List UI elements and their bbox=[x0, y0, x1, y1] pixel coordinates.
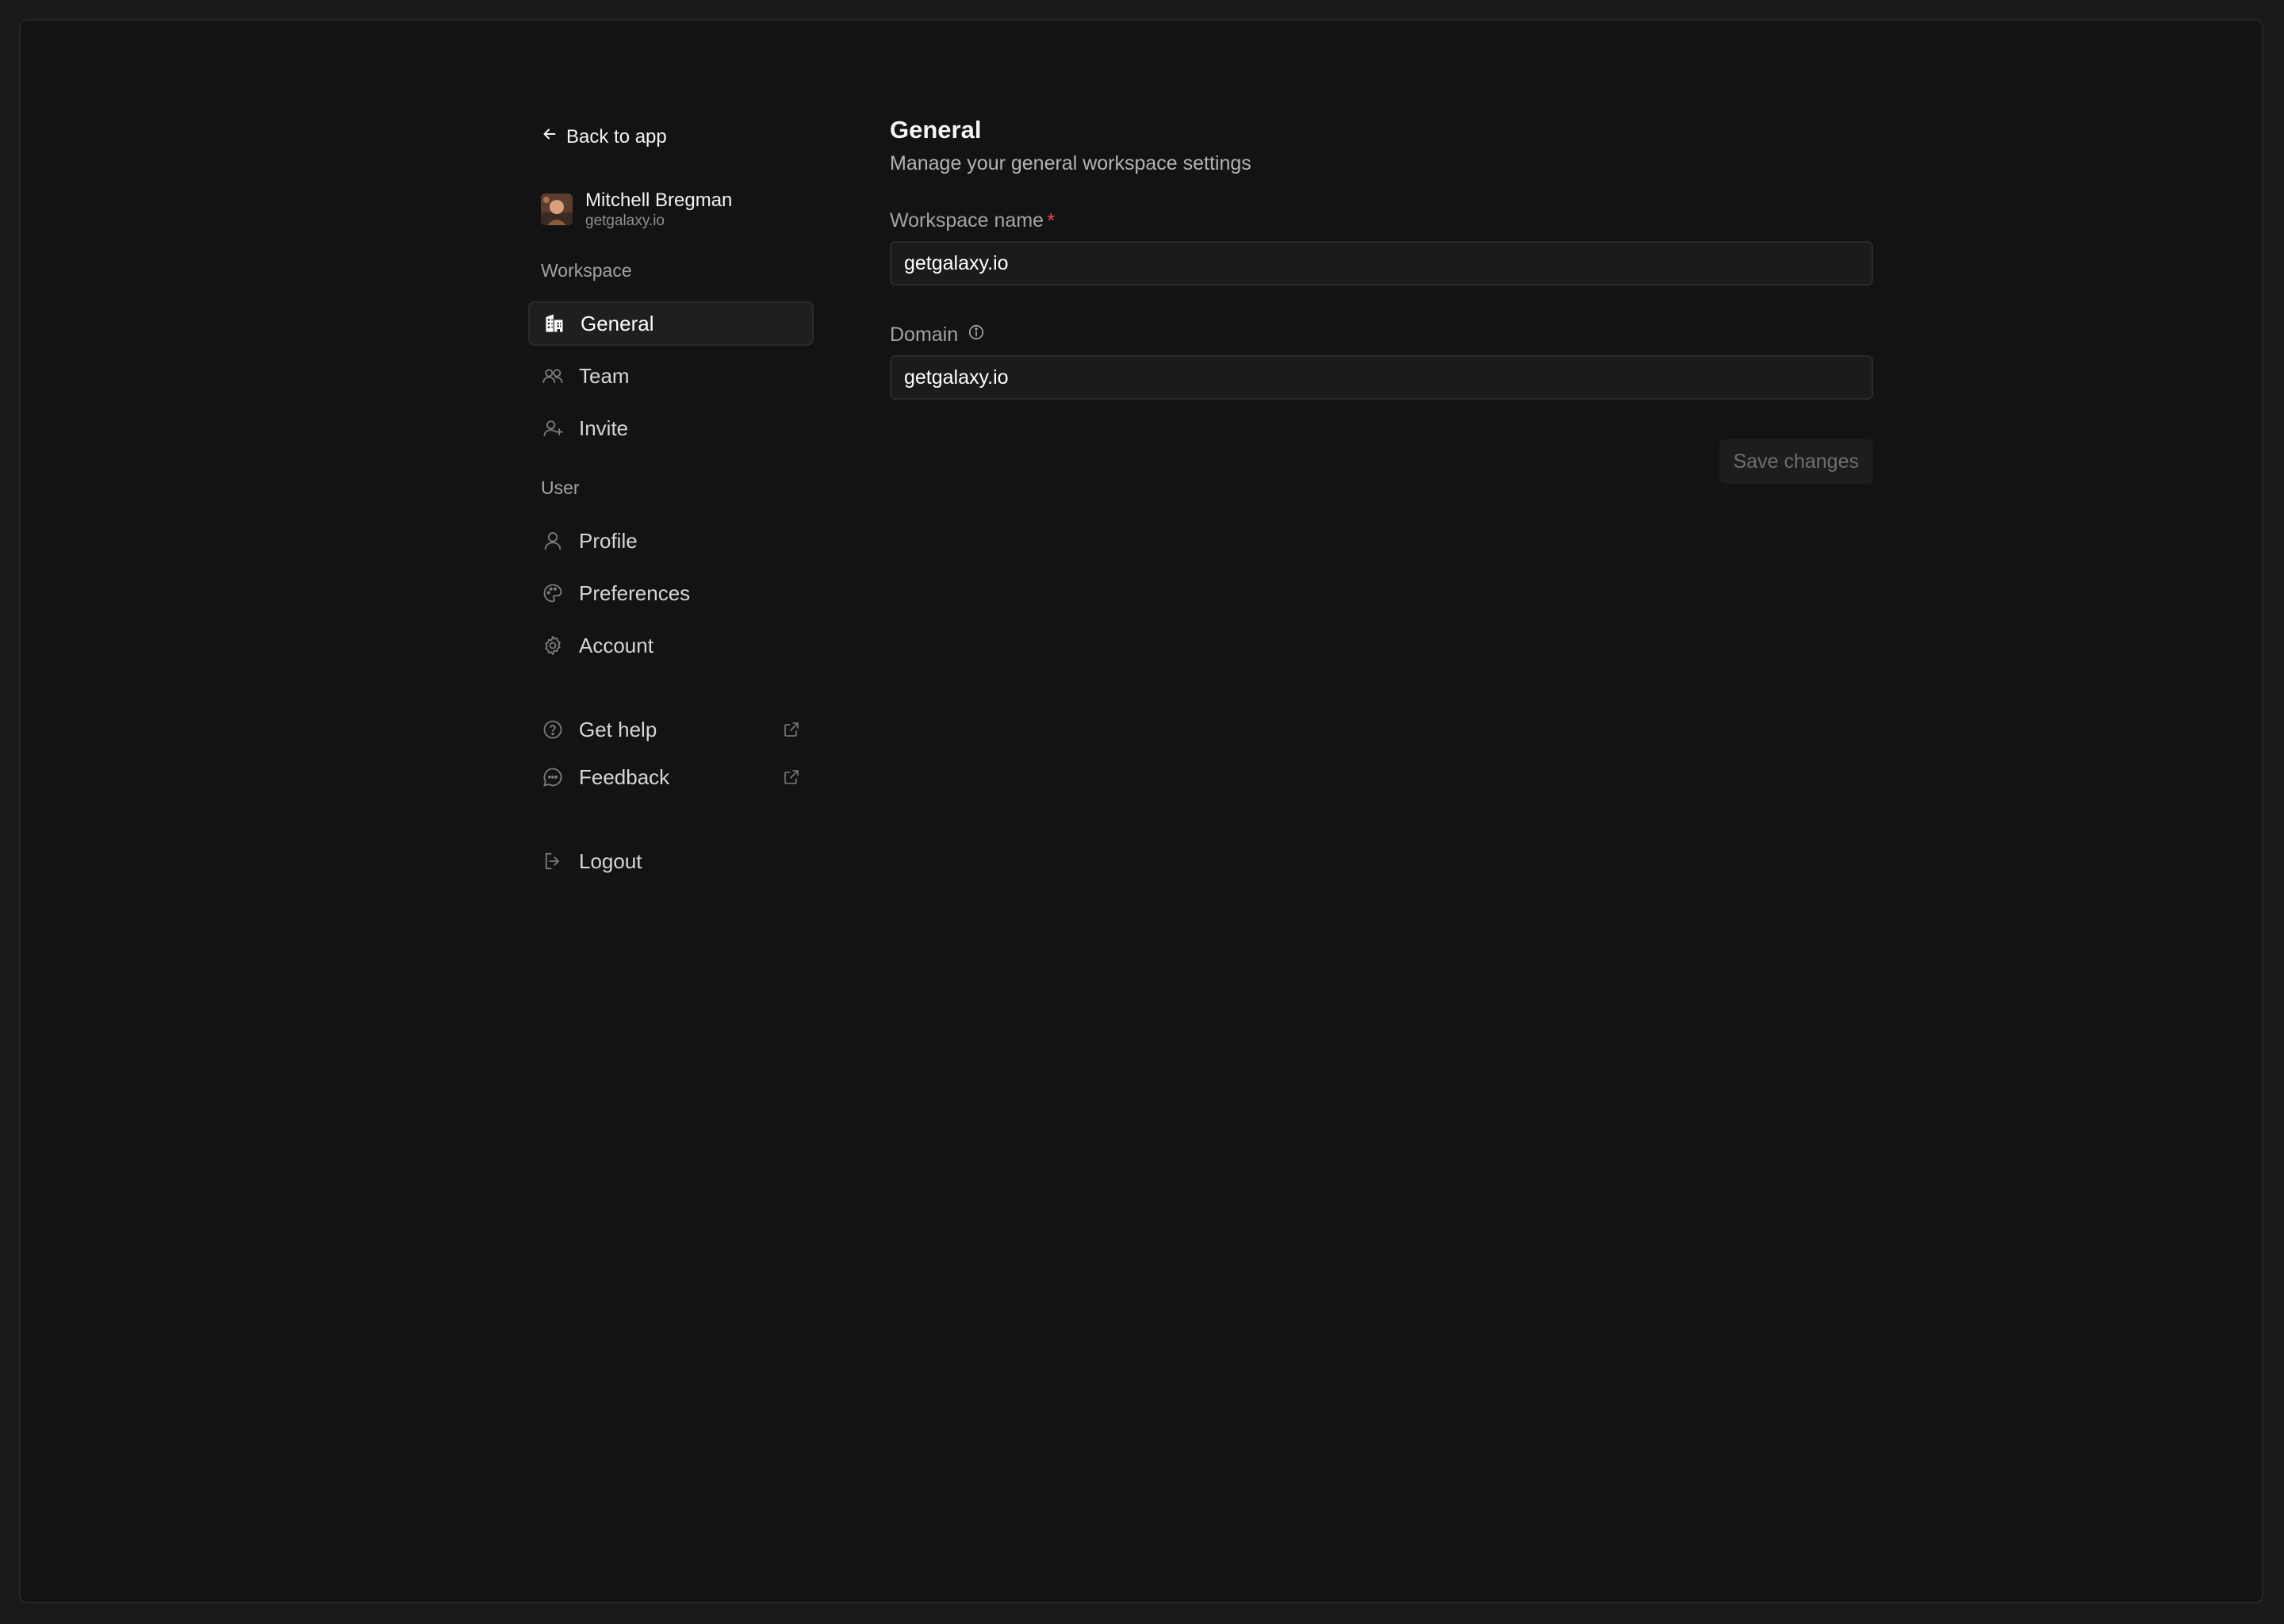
user-plus-icon bbox=[541, 416, 565, 440]
external-link-icon bbox=[782, 768, 801, 787]
logout-icon bbox=[541, 849, 565, 873]
workspace-name-input[interactable] bbox=[890, 241, 1873, 285]
workspace-name-field-group: Workspace name * bbox=[890, 208, 1873, 285]
sidebar-item-general[interactable]: General bbox=[528, 301, 814, 346]
sidebar-item-label: Preferences bbox=[579, 580, 691, 605]
save-changes-button[interactable]: Save changes bbox=[1719, 439, 1873, 484]
arrow-left-icon bbox=[541, 125, 558, 148]
user-domain: getgalaxy.io bbox=[585, 213, 665, 229]
sidebar-item-label: Logout bbox=[579, 848, 642, 873]
sidebar-item-label: Feedback bbox=[579, 764, 670, 789]
app-window: Back to app Mitchell Bregman getgalaxy.i… bbox=[19, 19, 2263, 1603]
user-icon bbox=[541, 529, 565, 553]
help-circle-icon bbox=[541, 718, 565, 741]
user-card: Mitchell Bregman getgalaxy.io bbox=[541, 189, 732, 230]
sidebar-item-label: Team bbox=[579, 363, 630, 388]
required-mark: * bbox=[1047, 209, 1056, 232]
page-title: General bbox=[890, 116, 982, 144]
workspace-section-label: Workspace bbox=[541, 260, 632, 281]
user-section-label: User bbox=[541, 477, 580, 498]
palette-icon bbox=[541, 581, 565, 605]
info-icon[interactable] bbox=[968, 322, 985, 347]
sidebar-item-label: General bbox=[581, 311, 654, 335]
domain-field-group: Domain bbox=[890, 322, 1873, 400]
sidebar-item-label: Invite bbox=[579, 416, 629, 440]
settings-main: General Manage your general workspace se… bbox=[890, 114, 1873, 484]
sidebar-item-profile[interactable]: Profile bbox=[528, 519, 814, 563]
domain-input[interactable] bbox=[890, 355, 1873, 400]
users-icon bbox=[541, 364, 565, 388]
user-name: Mitchell Bregman bbox=[585, 190, 733, 211]
chat-bubble-icon bbox=[541, 765, 565, 789]
sidebar-item-label: Get help bbox=[579, 717, 657, 741]
sidebar-item-feedback[interactable]: Feedback bbox=[528, 755, 814, 799]
sidebar-item-logout[interactable]: Logout bbox=[528, 839, 814, 883]
building-icon bbox=[542, 312, 566, 335]
domain-label-text: Domain bbox=[890, 324, 959, 346]
sidebar-item-invite[interactable]: Invite bbox=[528, 406, 814, 450]
sidebar-item-get-help[interactable]: Get help bbox=[528, 707, 814, 752]
sidebar-item-team[interactable]: Team bbox=[528, 354, 814, 398]
sidebar-item-preferences[interactable]: Preferences bbox=[528, 571, 814, 615]
domain-label: Domain bbox=[890, 322, 1873, 347]
workspace-name-label: Workspace name * bbox=[890, 208, 1873, 233]
gear-icon bbox=[541, 634, 565, 657]
sidebar-item-label: Profile bbox=[579, 528, 638, 553]
back-to-app-label: Back to app bbox=[566, 125, 667, 147]
user-info: Mitchell Bregman getgalaxy.io bbox=[585, 189, 732, 230]
sidebar-item-label: Account bbox=[579, 633, 653, 657]
avatar bbox=[541, 193, 573, 225]
workspace-name-label-text: Workspace name bbox=[890, 209, 1044, 232]
page-subtitle: Manage your general workspace settings bbox=[890, 152, 1251, 174]
sidebar-item-account[interactable]: Account bbox=[528, 623, 814, 668]
back-to-app-link[interactable]: Back to app bbox=[541, 125, 667, 148]
external-link-icon bbox=[782, 720, 801, 739]
